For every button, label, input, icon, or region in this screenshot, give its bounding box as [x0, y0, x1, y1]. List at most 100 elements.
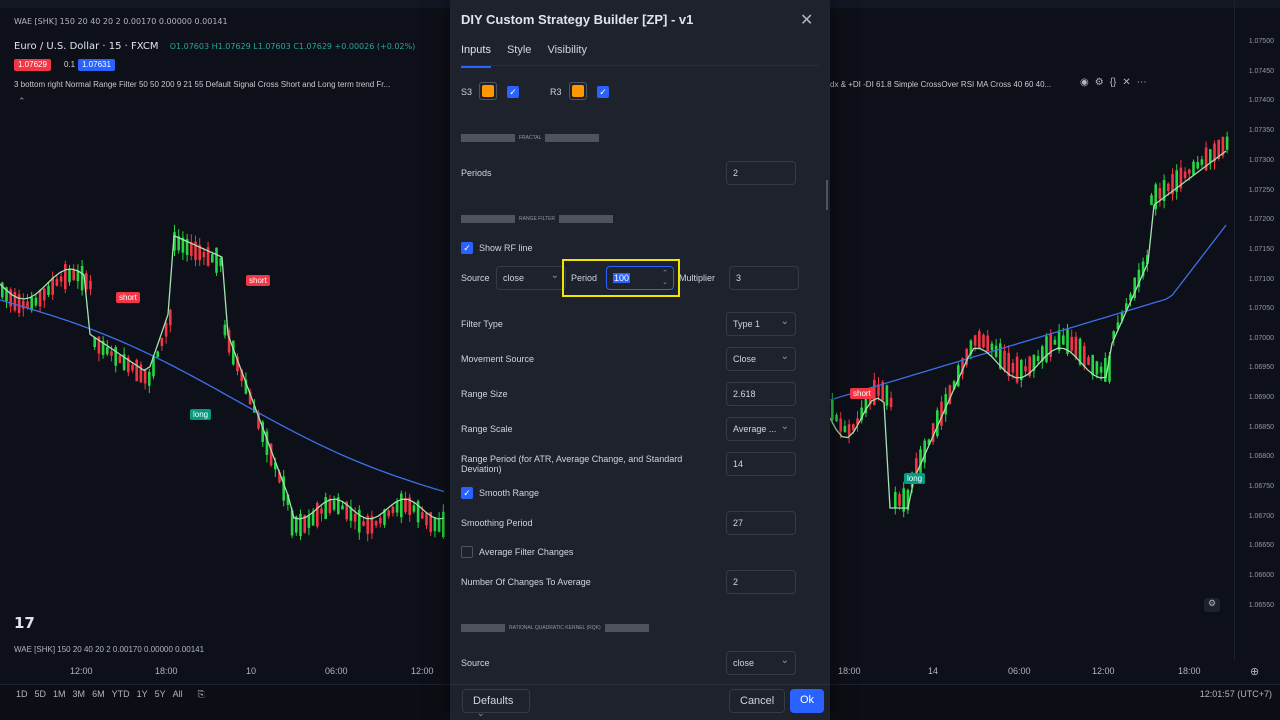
- time-label: 12:00: [1092, 666, 1115, 676]
- signal-short-2: short: [246, 275, 270, 286]
- candle-body: [831, 399, 834, 421]
- candle-body: [215, 247, 218, 273]
- tf-ytd[interactable]: YTD: [112, 689, 130, 700]
- movement-source-label: Movement Source: [461, 354, 535, 364]
- r3-color-swatch[interactable]: [569, 82, 587, 100]
- defaults-label: Defaults: [473, 695, 514, 707]
- show-rf-checkbox[interactable]: ✓: [461, 242, 473, 254]
- smooth-range-checkbox[interactable]: ✓: [461, 487, 473, 499]
- candle-body: [131, 365, 134, 371]
- candle-body: [1196, 162, 1199, 169]
- tf-1y[interactable]: 1Y: [137, 689, 148, 700]
- candle-body: [89, 280, 92, 290]
- tf-1d[interactable]: 1D: [16, 689, 28, 700]
- candle-body: [986, 335, 989, 352]
- time-label: 14: [928, 666, 939, 676]
- price-tick: 1.07350: [1248, 127, 1274, 134]
- range-scale-label: Range Scale: [461, 424, 513, 434]
- tf-5y[interactable]: 5Y: [155, 689, 166, 700]
- candle-body: [324, 496, 327, 519]
- section-rqk: RATIONAL QUADRATIC KERNEL (RQK): [461, 623, 649, 633]
- candle-body: [1158, 188, 1162, 200]
- smoothing-period-input[interactable]: 27: [726, 511, 796, 535]
- chart-settings-icon[interactable]: ⊕: [1250, 665, 1259, 678]
- left-candles: [0, 224, 445, 542]
- dialog-scrollbar[interactable]: [826, 180, 828, 210]
- candle-body: [1167, 183, 1170, 191]
- candle-body: [202, 251, 206, 258]
- candle-body: [978, 331, 981, 349]
- clock[interactable]: 12:01:57 (UTC+7): [1200, 689, 1272, 699]
- candle-body: [839, 418, 842, 432]
- candle-body: [1225, 136, 1229, 150]
- candle-body: [1062, 335, 1065, 345]
- source-select[interactable]: close: [496, 266, 566, 290]
- rqk-source-select[interactable]: close: [726, 651, 796, 675]
- periods-input[interactable]: 2: [726, 161, 796, 185]
- candle-body: [1087, 357, 1090, 365]
- signal-long-1: long: [190, 409, 212, 420]
- signal-long-r: long: [904, 473, 926, 484]
- tf-5d[interactable]: 5D: [35, 689, 47, 700]
- s3-color-swatch[interactable]: [479, 82, 497, 100]
- tf-all[interactable]: All: [173, 689, 183, 700]
- avg-filter-label: Average Filter Changes: [479, 547, 574, 557]
- close-icon[interactable]: ✕: [800, 10, 813, 30]
- tradingview-logo[interactable]: 17: [14, 614, 35, 632]
- time-label: 18:00: [155, 666, 178, 676]
- candle-body: [118, 355, 122, 364]
- candle-body: [412, 505, 416, 512]
- moving-average-line: [0, 299, 445, 493]
- tf-3m[interactable]: 3M: [73, 689, 86, 700]
- avg-filter-checkbox[interactable]: [461, 546, 473, 558]
- candle-body: [1011, 362, 1015, 373]
- cancel-button[interactable]: Cancel: [729, 689, 786, 713]
- date-range-icon[interactable]: ⎘: [198, 689, 205, 700]
- candle-body: [442, 511, 445, 538]
- price-tick: 1.07250: [1248, 187, 1274, 194]
- candle-body: [160, 337, 164, 347]
- candle-body: [34, 297, 38, 306]
- candle-body: [1099, 366, 1103, 373]
- price-axis[interactable]: 1.07500 1.07450 1.07400 1.07350 1.07300 …: [1234, 0, 1280, 660]
- range-size-input[interactable]: 2.618: [726, 382, 796, 406]
- s3-label: S3: [461, 87, 473, 97]
- candle-body: [1024, 366, 1027, 372]
- price-tick: 1.07100: [1248, 276, 1274, 283]
- candle-body: [17, 294, 21, 313]
- r3-checkbox[interactable]: ✓: [597, 86, 609, 98]
- timeframe-buttons: 1D 5D 1M 3M 6M YTD 1Y 5Y All ⎘: [16, 689, 205, 700]
- candle-body: [64, 264, 67, 290]
- tf-1m[interactable]: 1M: [53, 689, 66, 700]
- settings-gear-icon[interactable]: ⚙: [1204, 598, 1220, 612]
- signal-short-1: short: [116, 292, 140, 303]
- candle-body: [76, 271, 80, 282]
- movement-source-select[interactable]: Close: [726, 347, 796, 371]
- left-chart-pane[interactable]: WAE [SHK] 150 20 40 20 2 0.00170 0.00000…: [0, 0, 450, 720]
- defaults-button[interactable]: Defaults ⌄: [462, 689, 530, 718]
- price-tick: 1.06650: [1248, 542, 1274, 549]
- tf-6m[interactable]: 6M: [92, 689, 105, 700]
- range-scale-select[interactable]: Average ...: [726, 417, 796, 441]
- section-fractal-title: FRACTAL: [519, 135, 542, 141]
- candle-body: [59, 276, 63, 282]
- range-period-input[interactable]: 14: [726, 452, 796, 476]
- moving-average-line: [830, 150, 1227, 509]
- candle-body: [1074, 336, 1078, 358]
- filter-type-select[interactable]: Type 1: [726, 312, 796, 336]
- num-changes-input[interactable]: 2: [726, 570, 796, 594]
- range-size-label: Range Size: [461, 389, 508, 399]
- periods-label: Periods: [461, 168, 492, 178]
- candle-body: [1015, 356, 1019, 383]
- price-tick: 1.06850: [1248, 424, 1274, 431]
- candle-body: [307, 515, 311, 528]
- multiplier-input[interactable]: 3: [729, 266, 799, 290]
- filter-type-label: Filter Type: [461, 319, 503, 329]
- s3-checkbox[interactable]: ✓: [507, 86, 519, 98]
- settings-dialog: DIY Custom Strategy Builder [ZP] - v1 ✕ …: [450, 0, 830, 720]
- candle-body: [106, 347, 109, 355]
- candle-body: [1053, 339, 1057, 345]
- time-label: 12:00: [70, 666, 93, 676]
- right-chart-pane[interactable]: dx & +DI -DI 61.8 Simple CrossOver RSI M…: [830, 0, 1280, 720]
- ok-button[interactable]: Ok: [790, 689, 825, 713]
